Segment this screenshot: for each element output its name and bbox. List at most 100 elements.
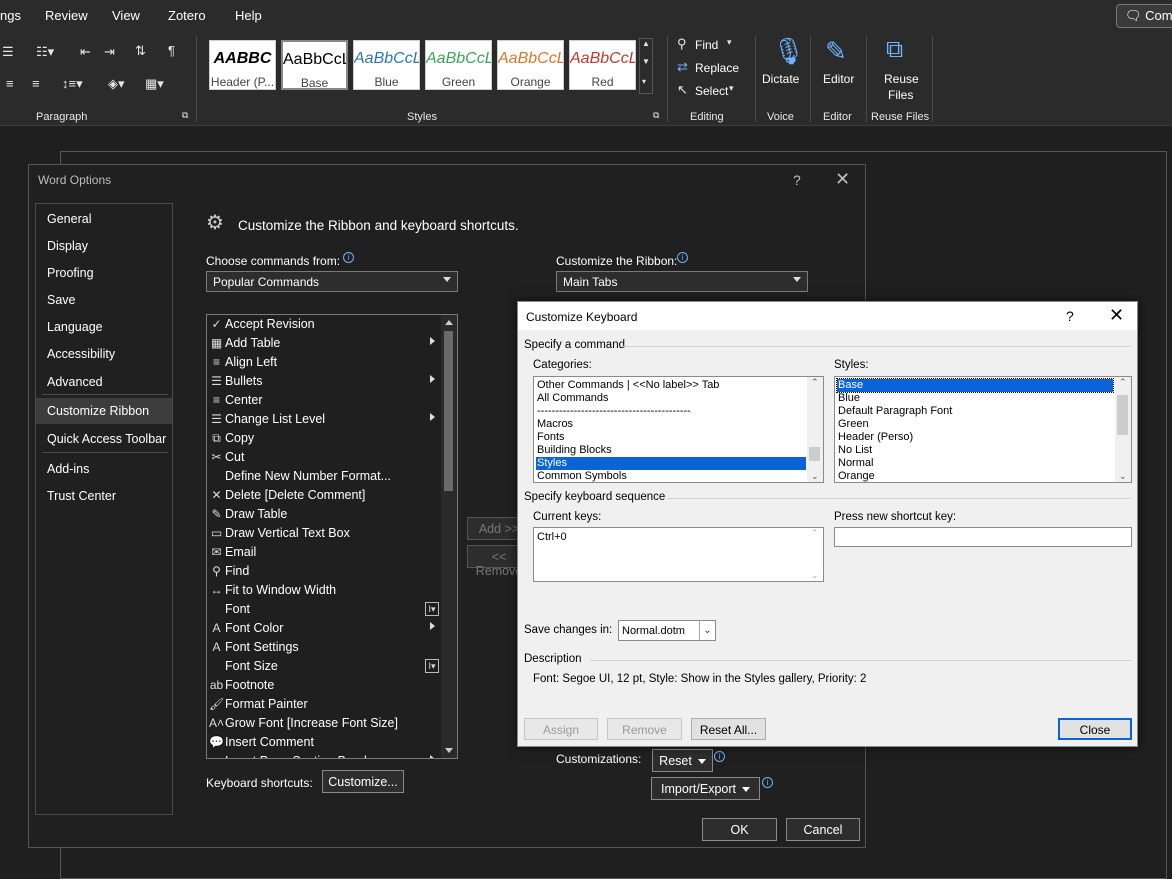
chevron-up-icon[interactable]: ⌃ bbox=[811, 377, 819, 388]
style-red[interactable]: AaBbCcL Red bbox=[569, 40, 636, 90]
command-item[interactable]: ☰ Bullets bbox=[207, 372, 441, 391]
close-icon[interactable]: ✕ bbox=[1109, 305, 1124, 326]
sort-icon[interactable]: ⇅ bbox=[135, 43, 146, 59]
show-formatting-icon[interactable]: ¶ bbox=[168, 43, 175, 58]
chevron-down-icon[interactable]: ⌄ bbox=[1119, 471, 1127, 482]
menu-zotero[interactable]: Zotero bbox=[168, 8, 206, 23]
nav-advanced[interactable]: Advanced bbox=[36, 369, 172, 395]
styles-launcher-icon[interactable]: ⧉ bbox=[653, 110, 659, 121]
command-item[interactable]: ⧉ Copy bbox=[207, 429, 441, 448]
scroll-thumb[interactable] bbox=[1117, 395, 1128, 435]
dictate-button[interactable]: 🎙 Dictate bbox=[760, 36, 805, 96]
close-button[interactable]: Close bbox=[1058, 718, 1132, 740]
replace-button[interactable]: ⇄ Replace bbox=[677, 59, 747, 77]
category-item[interactable]: Other Commands | <<No label>> Tab bbox=[537, 379, 719, 392]
info-icon[interactable]: i bbox=[343, 252, 354, 263]
close-icon[interactable]: ✕ bbox=[835, 169, 850, 190]
style-base[interactable]: AaBbCcL Base bbox=[281, 40, 348, 90]
nav-save[interactable]: Save bbox=[36, 287, 172, 313]
command-item[interactable]: A˄ Grow Font [Increase Font Size] bbox=[207, 714, 441, 733]
reset-all-button[interactable]: Reset All... bbox=[691, 718, 766, 740]
style-item[interactable]: Header (Perso) bbox=[838, 431, 913, 444]
command-item[interactable]: ✎ Draw Table bbox=[207, 505, 441, 524]
command-item[interactable]: ☰ Change List Level bbox=[207, 410, 441, 429]
justify-icon[interactable]: ≡ bbox=[32, 76, 40, 91]
info-icon[interactable]: i bbox=[714, 751, 725, 762]
comments-button[interactable]: 🗨 Comm bbox=[1116, 4, 1172, 28]
styles-scrollbar[interactable]: ⌃ ⌄ bbox=[1115, 377, 1131, 482]
category-item[interactable]: ----------------------------------------… bbox=[537, 405, 691, 418]
menu-view[interactable]: View bbox=[112, 8, 140, 23]
nav-proofing[interactable]: Proofing bbox=[36, 260, 172, 286]
category-item[interactable]: Common Symbols bbox=[537, 470, 627, 482]
style-item[interactable]: Base bbox=[836, 378, 1114, 393]
style-header[interactable]: AABBC Header (P... bbox=[209, 40, 276, 90]
command-item[interactable]: ab Footnote bbox=[207, 676, 441, 695]
align-right-icon[interactable]: ≡ bbox=[6, 76, 14, 91]
current-keys-list[interactable]: Ctrl+0 ⌃ ⌄ bbox=[533, 527, 824, 582]
current-key-item[interactable]: Ctrl+0 bbox=[537, 531, 567, 544]
chevron-up-icon[interactable] bbox=[445, 320, 453, 325]
style-blue[interactable]: AaBbCcL Blue bbox=[353, 40, 420, 90]
style-item[interactable]: Orange bbox=[838, 470, 875, 482]
commands-list[interactable]: ✓ Accept Revision ▦ Add Table ≡ Align Left ☰ Bu… bbox=[206, 314, 458, 759]
line-spacing-icon[interactable]: ↕≡▾ bbox=[62, 76, 83, 92]
command-item[interactable]: Font Size I▾ bbox=[207, 657, 441, 676]
nav-customize-ribbon[interactable]: Customize Ribbon bbox=[36, 398, 172, 424]
editor-button[interactable]: ✎ Editor bbox=[817, 36, 861, 96]
info-icon[interactable]: i bbox=[677, 252, 688, 263]
command-item[interactable]: 🖌 Format Painter bbox=[207, 695, 441, 714]
menu-review[interactable]: Review bbox=[45, 8, 88, 23]
chevron-down-icon[interactable]: ⌄ bbox=[811, 471, 819, 482]
category-item[interactable]: Building Blocks bbox=[537, 444, 612, 457]
style-item[interactable]: Blue bbox=[838, 392, 860, 405]
chevron-up-icon[interactable]: ▲ bbox=[642, 39, 650, 48]
menu-help[interactable]: Help bbox=[235, 8, 262, 23]
nav-trust-center[interactable]: Trust Center bbox=[36, 483, 172, 509]
find-button[interactable]: ⚲ Find ▾ bbox=[677, 36, 747, 54]
chevron-down-icon[interactable] bbox=[445, 748, 453, 753]
nav-accessibility[interactable]: Accessibility bbox=[36, 341, 172, 367]
categories-scrollbar[interactable]: ⌃ ⌄ bbox=[807, 377, 823, 482]
command-item[interactable]: ↔ Fit to Window Width bbox=[207, 581, 441, 600]
help-icon[interactable]: ? bbox=[793, 172, 801, 188]
category-item[interactable]: Macros bbox=[537, 418, 573, 431]
reset-button[interactable]: Reset bbox=[652, 749, 713, 772]
select-button[interactable]: ↖ Select ▾ bbox=[677, 82, 747, 100]
command-item[interactable]: Define New Number Format... bbox=[207, 467, 441, 486]
nav-quick-access-toolbar[interactable]: Quick Access Toolbar bbox=[36, 426, 172, 452]
commands-scrollbar[interactable] bbox=[441, 315, 457, 758]
command-item[interactable]: Insert Page Section Breaks bbox=[207, 752, 441, 758]
borders-icon[interactable]: ▦▾ bbox=[145, 76, 164, 92]
command-item[interactable]: ✕ Delete [Delete Comment] bbox=[207, 486, 441, 505]
style-green[interactable]: AaBbCcL Green bbox=[425, 40, 492, 90]
more-icon[interactable]: ▾ bbox=[642, 77, 646, 86]
assign-button[interactable]: Assign bbox=[524, 718, 598, 740]
category-item[interactable]: Fonts bbox=[537, 431, 565, 444]
categories-list[interactable]: Other Commands | <<No label>> Tab All Com… bbox=[533, 376, 824, 483]
nav-language[interactable]: Language bbox=[36, 314, 172, 340]
multilevel-list-icon[interactable]: ☷▾ bbox=[36, 44, 54, 60]
press-new-shortcut-input[interactable] bbox=[834, 527, 1132, 547]
decrease-indent-button-icon[interactable]: ⇤ bbox=[80, 44, 91, 60]
menu-mailings[interactable]: ngs bbox=[0, 8, 21, 23]
styles-list[interactable]: Base Blue Default Paragraph Font Green Heade… bbox=[834, 376, 1132, 483]
scroll-thumb[interactable] bbox=[809, 447, 820, 461]
chevron-up-icon[interactable]: ⌃ bbox=[1119, 377, 1127, 388]
command-item[interactable]: ≡ Align Left bbox=[207, 353, 441, 372]
remove-key-button[interactable]: Remove bbox=[607, 718, 682, 740]
chevron-down-icon[interactable]: ▼ bbox=[642, 57, 650, 66]
import-export-button[interactable]: Import/Export bbox=[651, 777, 760, 800]
increase-indent-icon[interactable]: ⇥ bbox=[104, 44, 115, 60]
customize-keyboard-button[interactable]: Customize... bbox=[322, 770, 404, 793]
ok-button[interactable]: OK bbox=[702, 818, 777, 841]
category-item[interactable]: All Commands bbox=[537, 392, 609, 405]
command-item[interactable]: ✂ Cut bbox=[207, 448, 441, 467]
command-item[interactable]: ⚲ Find bbox=[207, 562, 441, 581]
chevron-down-icon[interactable]: ⌄ bbox=[811, 570, 819, 581]
info-icon[interactable]: i bbox=[762, 777, 773, 788]
command-item[interactable]: 💬 Insert Comment bbox=[207, 733, 441, 752]
shading-icon[interactable]: ◈▾ bbox=[108, 76, 125, 92]
command-item[interactable]: ✓ Accept Revision bbox=[207, 315, 441, 334]
command-item[interactable]: A Font Color bbox=[207, 619, 441, 638]
